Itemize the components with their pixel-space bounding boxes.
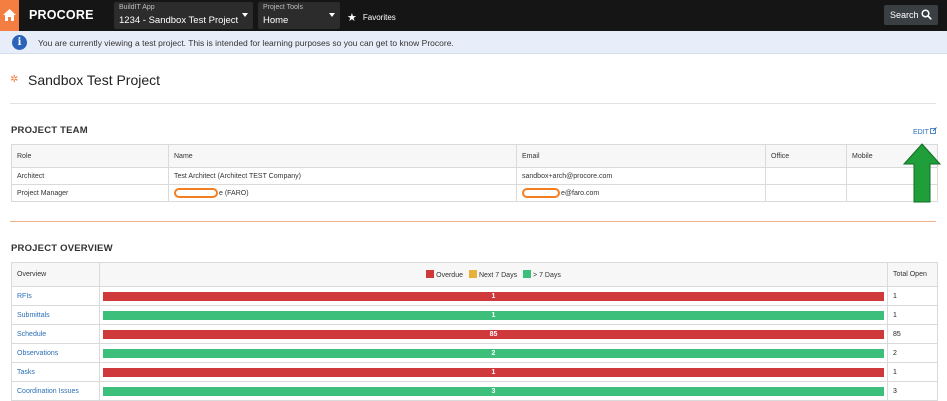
star-icon: ★ (347, 12, 357, 24)
section-divider (10, 221, 936, 222)
team-name: e (FARO) (219, 189, 249, 197)
team-office (765, 184, 847, 202)
total-open-count: 85 (887, 324, 938, 344)
bar-cell: 2 (99, 343, 888, 363)
table-row: Project Manager e (FARO) e@faro.com (11, 184, 938, 202)
total-open-count: 2 (887, 343, 938, 363)
legend-next7: Next 7 Days (468, 270, 518, 279)
overview-item-link[interactable]: Submittals (11, 305, 100, 325)
top-nav-bar: PROCORE BuildIT App 1234 - Sandbox Test … (0, 0, 947, 31)
home-button[interactable] (0, 0, 19, 31)
team-role: Project Manager (11, 184, 169, 202)
procore-logo[interactable]: PROCORE (29, 8, 94, 22)
overview-item-link[interactable]: RFIs (11, 286, 100, 306)
status-bar[interactable]: 1 (103, 310, 884, 320)
table-row: Observations 2 2 (11, 343, 938, 363)
column-header-total-open: Total Open (887, 262, 938, 287)
column-header-email: Email (516, 144, 766, 168)
title-divider (10, 103, 936, 104)
tool-selector-label: Project Tools (263, 4, 303, 11)
favorites-label: Favorites (362, 13, 396, 22)
bar-cell: 1 (99, 286, 888, 306)
status-bar[interactable]: 3 (103, 386, 884, 396)
chevron-down-icon (329, 13, 335, 17)
status-bar[interactable]: 1 (103, 291, 884, 301)
project-selector-value: 1234 - Sandbox Test Project (119, 15, 239, 26)
team-office (765, 167, 847, 185)
total-open-count: 1 (887, 362, 938, 382)
redaction-mark (522, 188, 560, 198)
bar-cell: 85 (99, 324, 888, 344)
search-icon (921, 9, 932, 20)
home-icon (3, 9, 16, 21)
team-email: e@faro.com (561, 189, 600, 197)
column-header-role: Role (11, 144, 169, 168)
total-open-count: 1 (887, 305, 938, 325)
legend-overdue: Overdue (426, 270, 463, 279)
team-name-cell: e (FARO) (168, 184, 517, 202)
table-row: Schedule 85 85 (11, 324, 938, 344)
edit-icon (930, 127, 937, 134)
overview-item-link[interactable]: Tasks (11, 362, 100, 382)
edit-team-link[interactable]: EDIT (913, 127, 937, 136)
chart-legend-cell: Overdue Next 7 Days > 7 Days (99, 262, 888, 287)
table-row: Architect Test Architect (Architect TEST… (11, 167, 938, 185)
project-overview-title: PROJECT OVERVIEW (11, 243, 113, 254)
overview-item-link[interactable]: Coordination Issues (11, 381, 100, 401)
status-bar[interactable]: 85 (103, 329, 884, 339)
column-header-overview: Overview (11, 262, 100, 287)
chevron-down-icon (242, 13, 248, 17)
test-project-banner: i You are currently viewing a test proje… (0, 31, 947, 54)
banner-text: You are currently viewing a test project… (38, 38, 454, 48)
bar-cell: 1 (99, 305, 888, 325)
tool-selector-value: Home (263, 15, 289, 26)
chart-legend: Overdue Next 7 Days > 7 Days (105, 270, 882, 279)
status-bar[interactable]: 2 (103, 348, 884, 358)
project-team-title: PROJECT TEAM (11, 125, 88, 136)
table-header-row: Role Name Email Office Mobile (11, 144, 938, 168)
team-role: Architect (11, 167, 169, 185)
table-row: Coordination Issues 3 3 (11, 381, 938, 401)
overview-item-link[interactable]: Schedule (11, 324, 100, 344)
total-open-count: 1 (887, 286, 938, 306)
edit-label: EDIT (913, 129, 929, 136)
total-open-count: 3 (887, 381, 938, 401)
legend-label: Next 7 Days (478, 272, 518, 279)
favorites-button[interactable]: ★ Favorites (347, 10, 396, 24)
page-title: Sandbox Test Project (28, 72, 161, 88)
bar-cell: 3 (99, 381, 888, 401)
column-header-name: Name (168, 144, 517, 168)
search-button[interactable]: Search (884, 5, 938, 25)
project-team-table: Role Name Email Office Mobile Architect … (11, 144, 938, 202)
table-header-row: Overview Overdue Next 7 Days > 7 Days To… (11, 262, 938, 287)
team-email[interactable]: sandbox+arch@procore.com (516, 167, 766, 185)
table-row: RFIs 1 1 (11, 286, 938, 306)
column-header-office: Office (765, 144, 847, 168)
bar-cell: 1 (99, 362, 888, 382)
legend-label: > 7 Days (533, 272, 561, 279)
legend-swatch (523, 270, 532, 278)
project-selector[interactable]: BuildIT App 1234 - Sandbox Test Project (114, 2, 253, 29)
project-selector-label: BuildIT App (119, 4, 155, 11)
team-name: Test Architect (Architect TEST Company) (168, 167, 517, 185)
overview-item-link[interactable]: Observations (11, 343, 100, 363)
team-email-cell[interactable]: e@faro.com (516, 184, 766, 202)
table-row: Submittals 1 1 (11, 305, 938, 325)
overview-rows: RFIs 1 1 Submittals 1 1 Schedule 85 85 Observatio… (11, 286, 938, 401)
legend-swatch (468, 270, 477, 278)
gear-icon[interactable]: ✲ (10, 74, 18, 85)
status-bar[interactable]: 1 (103, 367, 884, 377)
table-row: Tasks 1 1 (11, 362, 938, 382)
tool-selector[interactable]: Project Tools Home (258, 2, 340, 29)
legend-later: > 7 Days (523, 270, 561, 279)
legend-swatch (426, 270, 435, 278)
redaction-mark (174, 188, 218, 198)
search-label: Search (890, 10, 919, 20)
project-overview-table: Overview Overdue Next 7 Days > 7 Days To… (11, 262, 938, 401)
info-icon: i (12, 35, 27, 50)
legend-label: Overdue (436, 272, 463, 279)
annotation-arrow-icon (903, 143, 941, 203)
